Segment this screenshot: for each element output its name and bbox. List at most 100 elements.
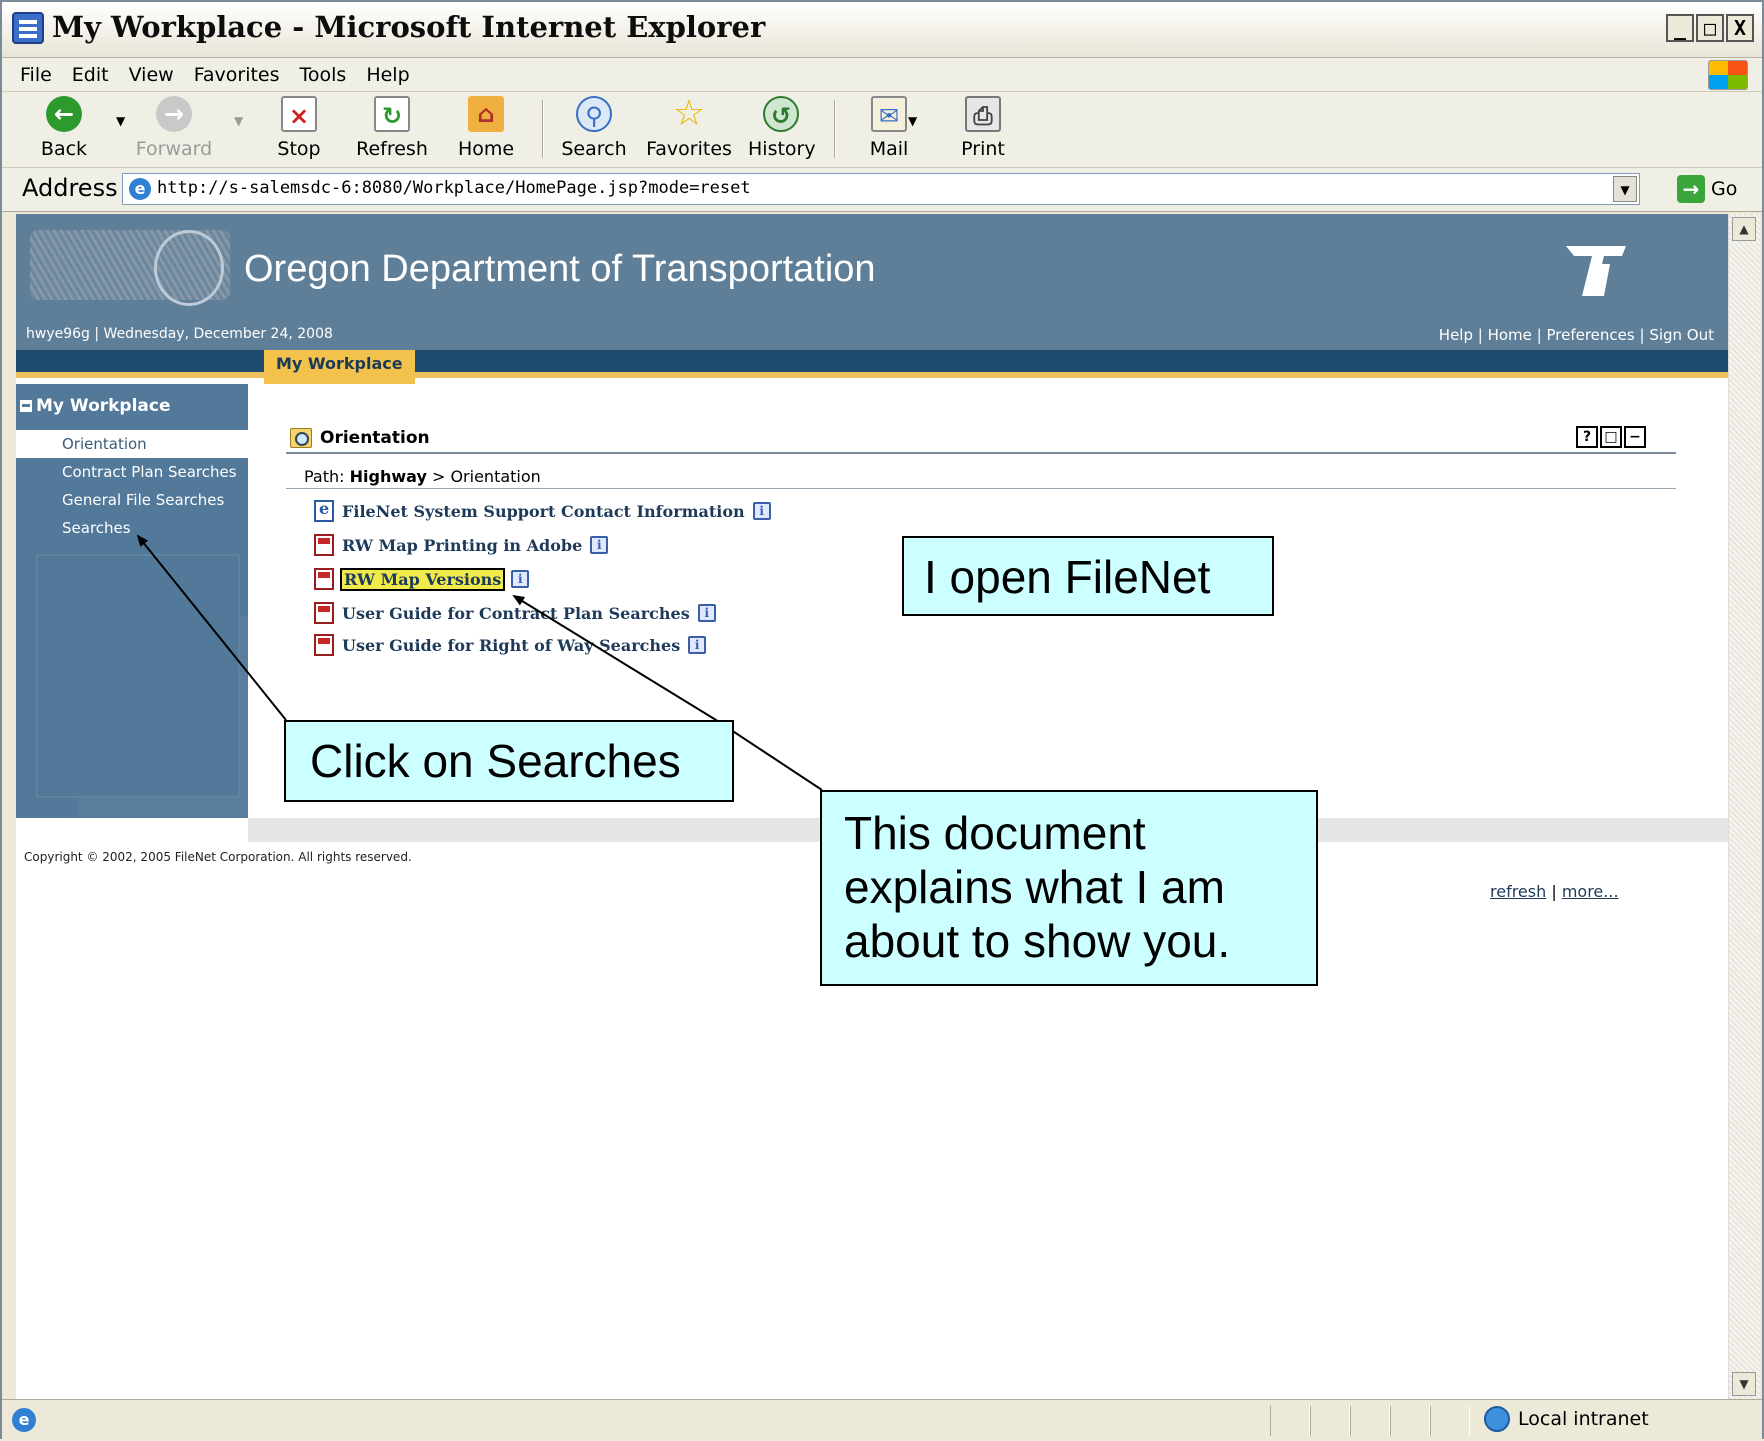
menu-file[interactable]: File bbox=[20, 64, 52, 86]
maximize-button[interactable]: □ bbox=[1696, 14, 1724, 42]
info-icon[interactable]: i bbox=[697, 604, 716, 622]
address-dropdown-icon[interactable]: ▼ bbox=[1613, 176, 1637, 202]
sign-out-link[interactable]: Sign Out bbox=[1649, 326, 1714, 344]
portlet-maximize-button[interactable]: □ bbox=[1600, 426, 1622, 448]
copyright: Copyright © 2002, 2005 FileNet Corporati… bbox=[24, 850, 412, 864]
stop-button[interactable]: × Stop bbox=[274, 94, 324, 164]
back-arrow-icon: ← bbox=[46, 96, 82, 132]
print-button[interactable]: ⎙ Print bbox=[956, 94, 1010, 164]
title-bar: My Workplace - Microsoft Internet Explor… bbox=[2, 2, 1762, 58]
menu-help[interactable]: Help bbox=[366, 64, 409, 86]
collapse-icon[interactable] bbox=[20, 400, 32, 412]
divider bbox=[286, 488, 1676, 489]
forward-button[interactable]: → Forward bbox=[132, 94, 216, 164]
mail-dropdown-icon[interactable]: ▼ bbox=[908, 114, 917, 128]
info-icon[interactable]: i bbox=[511, 570, 530, 588]
portlet-search-icon bbox=[290, 428, 312, 448]
sidebar-item-orientation[interactable]: Orientation bbox=[16, 430, 248, 458]
portlet-help-button[interactable]: ? bbox=[1576, 426, 1598, 448]
close-button[interactable]: X bbox=[1726, 14, 1754, 42]
more-link[interactable]: more... bbox=[1562, 882, 1619, 901]
address-url[interactable]: http://s-salemsdc-6:8080/Workplace/HomeP… bbox=[157, 178, 751, 198]
menu-view[interactable]: View bbox=[129, 64, 174, 86]
toolbar-separator bbox=[834, 100, 836, 158]
sidebar: My Workplace Orientation Contract Plan S… bbox=[16, 384, 248, 818]
favorites-button[interactable]: ☆ Favorites bbox=[646, 94, 732, 164]
search-icon: ⚲ bbox=[576, 96, 612, 132]
refresh-icon: ↻ bbox=[374, 96, 410, 132]
security-zone: Local intranet bbox=[1484, 1406, 1649, 1432]
info-icon[interactable]: i bbox=[590, 536, 609, 554]
menu-favorites[interactable]: Favorites bbox=[194, 64, 280, 86]
menu-bar: File Edit View Favorites Tools Help bbox=[2, 58, 1762, 92]
document-row[interactable]: User Guide for Right of Way Searches i bbox=[314, 632, 707, 658]
status-pane bbox=[1430, 1406, 1470, 1436]
mail-button[interactable]: ✉ Mail bbox=[862, 94, 916, 164]
home-link[interactable]: Home bbox=[1488, 326, 1532, 344]
info-icon[interactable]: i bbox=[688, 636, 707, 654]
document-link-highlighted[interactable]: RW Map Versions bbox=[339, 567, 506, 591]
menu-edit[interactable]: Edit bbox=[72, 64, 109, 86]
document-link[interactable]: FileNet System Support Contact Informati… bbox=[342, 502, 745, 521]
tab-my-workplace[interactable]: My Workplace bbox=[264, 350, 415, 384]
address-bar: Address e http://s-salemsdc-6:8080/Workp… bbox=[2, 168, 1762, 212]
status-pane bbox=[1390, 1406, 1430, 1436]
document-link[interactable]: User Guide for Contract Plan Searches bbox=[342, 604, 690, 623]
go-button[interactable]: → Go bbox=[1677, 175, 1737, 203]
refresh-link[interactable]: refresh bbox=[1490, 882, 1546, 901]
document-link[interactable]: User Guide for Right of Way Searches bbox=[342, 636, 680, 655]
refresh-button[interactable]: ↻ Refresh bbox=[352, 94, 432, 164]
pdf-icon bbox=[314, 634, 334, 656]
home-button[interactable]: ⌂ Home bbox=[456, 94, 516, 164]
minimize-button[interactable]: _ bbox=[1666, 14, 1694, 42]
search-button[interactable]: ⚲ Search bbox=[560, 94, 628, 164]
callout-click-searches: Click on Searches bbox=[284, 720, 734, 802]
web-document-icon bbox=[314, 499, 334, 522]
forward-arrow-icon: → bbox=[156, 96, 192, 132]
preferences-link[interactable]: Preferences bbox=[1546, 326, 1634, 344]
document-row[interactable]: RW Map Printing in Adobe i bbox=[314, 532, 609, 558]
forward-dropdown-icon[interactable]: ▼ bbox=[234, 114, 243, 128]
toolbar-separator bbox=[542, 100, 544, 158]
breadcrumb: Path: Highway > Orientation bbox=[304, 467, 541, 486]
ie-page-icon: e bbox=[129, 178, 151, 200]
portlet-title: Orientation bbox=[290, 428, 430, 448]
menu-tools[interactable]: Tools bbox=[300, 64, 347, 86]
stop-icon: × bbox=[281, 96, 317, 132]
sidebar-item-general-file-searches[interactable]: General File Searches bbox=[16, 486, 248, 514]
mail-icon: ✉ bbox=[871, 96, 907, 132]
scroll-down-icon[interactable]: ▼ bbox=[1732, 1372, 1756, 1396]
header-links: Help | Home | Preferences | Sign Out bbox=[1438, 326, 1714, 344]
document-row[interactable]: FileNet System Support Contact Informati… bbox=[314, 498, 771, 524]
site-title: Oregon Department of Transportation bbox=[244, 248, 876, 290]
sidebar-heading[interactable]: My Workplace bbox=[20, 396, 171, 416]
portlet-minimize-button[interactable]: − bbox=[1624, 426, 1646, 448]
windows-logo-icon bbox=[1708, 60, 1748, 90]
pdf-icon bbox=[314, 602, 334, 624]
vertical-scrollbar[interactable]: ▲ ▼ bbox=[1728, 214, 1760, 1399]
status-pane bbox=[1310, 1406, 1350, 1436]
status-pane bbox=[1350, 1406, 1390, 1436]
status-pane bbox=[1270, 1406, 1310, 1436]
document-row[interactable]: RW Map Versions i bbox=[314, 566, 530, 592]
back-dropdown-icon[interactable]: ▼ bbox=[116, 114, 125, 128]
info-icon[interactable]: i bbox=[752, 502, 771, 520]
user-date: hwye96g | Wednesday, December 24, 2008 bbox=[26, 326, 333, 342]
ie-status-icon: e bbox=[12, 1408, 36, 1432]
callout-open-filenet: I open FileNet bbox=[902, 536, 1274, 616]
odot-header: Oregon Department of Transportation hwye… bbox=[16, 214, 1728, 350]
scroll-up-icon[interactable]: ▲ bbox=[1732, 217, 1756, 241]
address-input[interactable]: e http://s-salemsdc-6:8080/Workplace/Hom… bbox=[122, 173, 1640, 205]
sidebar-item-contract-plan-searches[interactable]: Contract Plan Searches bbox=[16, 458, 248, 486]
toolbar: ← Back ▼ → Forward ▼ × Stop ↻ Refresh ⌂ … bbox=[2, 92, 1762, 168]
back-button[interactable]: ← Back bbox=[32, 94, 96, 164]
tab-bar: My Workplace bbox=[16, 350, 1728, 384]
document-link[interactable]: RW Map Printing in Adobe bbox=[342, 536, 582, 555]
help-link[interactable]: Help bbox=[1439, 326, 1473, 344]
breadcrumb-highway[interactable]: Highway bbox=[350, 467, 427, 486]
history-button[interactable]: ↺ History bbox=[748, 94, 816, 164]
callout-document-explains: This document explains what I am about t… bbox=[820, 790, 1318, 986]
document-row[interactable]: User Guide for Contract Plan Searches i bbox=[314, 600, 716, 626]
portlet-footer-links: refresh | more... bbox=[1490, 882, 1619, 901]
sidebar-item-searches[interactable]: Searches bbox=[16, 514, 248, 542]
